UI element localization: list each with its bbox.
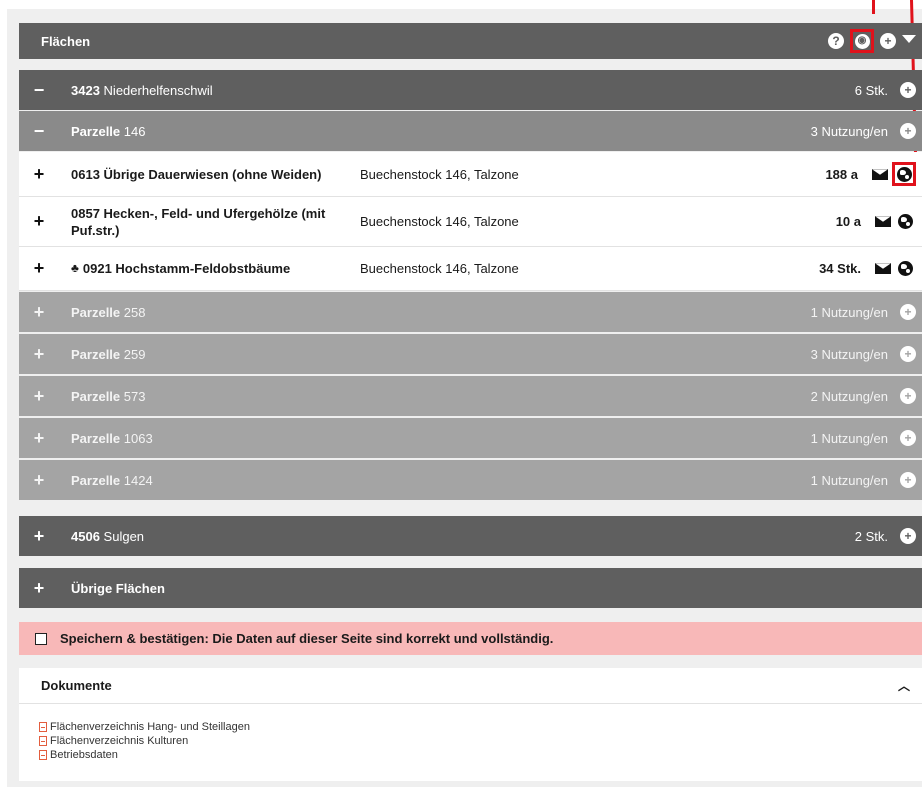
confirm-label[interactable]: Speichern & bestätigen: Die Daten auf di…: [60, 631, 553, 646]
areas-header: Flächen ? ◉ +: [19, 23, 922, 59]
use-row[interactable]: + ♣ 0921 Hochstamm-Feldobstbäume Buechen…: [19, 247, 922, 291]
expand-icon[interactable]: +: [19, 470, 59, 491]
use-location: Buechenstock 146, Talzone: [360, 166, 519, 182]
help-icon[interactable]: ?: [828, 33, 844, 49]
filter-icon[interactable]: [902, 35, 916, 43]
other-areas-label: Übrige Flächen: [71, 580, 165, 596]
chevron-up-icon[interactable]: ︿: [898, 677, 910, 694]
use-amount: 10 a: [835, 214, 861, 229]
documents-list: Flächenverzeichnis Hang- und Steillagen …: [39, 720, 922, 762]
collapse-icon[interactable]: −: [19, 80, 59, 101]
use-name: 0857 Hecken-, Feld- und Ufergehölze (mit…: [71, 205, 326, 238]
globe-icon[interactable]: [898, 261, 913, 276]
collapse-icon[interactable]: −: [19, 121, 59, 142]
confirm-bar: Speichern & bestätigen: Die Daten auf di…: [19, 622, 922, 655]
expand-icon[interactable]: +: [19, 302, 59, 323]
pdf-icon: [39, 722, 47, 732]
group-count: 6 Stk.: [854, 82, 888, 98]
parcel-row-1424[interactable]: + Parzelle 1424 1 Nutzung/en +: [19, 460, 922, 500]
tree-icon: ♣: [71, 261, 79, 275]
expand-icon[interactable]: +: [19, 344, 59, 365]
globe-icon[interactable]: [896, 166, 912, 182]
add-icon[interactable]: +: [880, 33, 896, 49]
group-row-4506[interactable]: + 4506 Sulgen 2 Stk. +: [19, 516, 922, 556]
highlighted-globe-button[interactable]: ◉: [850, 29, 874, 53]
pdf-icon: [39, 736, 47, 746]
documents-panel: Dokumente ︿ Flächenverzeichnis Hang- und…: [19, 668, 922, 781]
confirm-checkbox[interactable]: [35, 632, 47, 645]
expand-icon[interactable]: +: [19, 386, 59, 407]
group-row-3423[interactable]: − 3423 Niederhelfenschwil 6 Stk. +: [19, 70, 922, 110]
add-icon[interactable]: +: [900, 430, 916, 446]
group-label: 3423 Niederhelfenschwil: [71, 82, 213, 98]
documents-header[interactable]: Dokumente ︿: [19, 668, 922, 704]
parcel-label: Parzelle 146: [71, 123, 146, 139]
add-icon[interactable]: +: [900, 388, 916, 404]
expand-icon[interactable]: +: [19, 164, 59, 185]
use-name: 0613 Übrige Dauerwiesen (ohne Weiden): [71, 166, 322, 182]
highlighted-globe-button[interactable]: [892, 162, 916, 186]
parcel-label: Parzelle 1424: [71, 472, 153, 488]
use-location: Buechenstock 146, Talzone: [360, 261, 519, 276]
annotation-arrow-1: [872, 0, 875, 14]
expand-icon[interactable]: +: [19, 211, 59, 232]
use-name: 0921 Hochstamm-Feldobstbäume: [82, 261, 291, 276]
add-icon[interactable]: +: [900, 82, 916, 98]
expand-icon[interactable]: +: [19, 428, 59, 449]
envelope-icon[interactable]: [872, 168, 888, 180]
parcel-row-1063[interactable]: + Parzelle 1063 1 Nutzung/en +: [19, 418, 922, 458]
parcel-row-259[interactable]: + Parzelle 259 3 Nutzung/en +: [19, 334, 922, 374]
envelope-icon[interactable]: [875, 263, 891, 274]
document-link[interactable]: Flächenverzeichnis Kulturen: [39, 734, 922, 748]
parcel-usage-count: 3 Nutzung/en: [810, 346, 888, 362]
parcel-label: Parzelle 259: [71, 346, 146, 362]
use-amount: 188 a: [825, 166, 858, 182]
parcel-label: Parzelle 258: [71, 304, 146, 320]
use-amount: 34 Stk.: [819, 261, 861, 276]
parcel-usage-count: 2 Nutzung/en: [810, 388, 888, 404]
globe-icon[interactable]: ◉: [854, 33, 870, 49]
add-icon[interactable]: +: [900, 346, 916, 362]
header-title: Flächen: [41, 33, 91, 49]
envelope-icon[interactable]: [875, 216, 891, 227]
parcel-row-258[interactable]: + Parzelle 258 1 Nutzung/en +: [19, 292, 922, 332]
expand-icon[interactable]: +: [19, 258, 59, 279]
use-location: Buechenstock 146, Talzone: [360, 214, 519, 229]
documents-title: Dokumente: [41, 678, 112, 693]
expand-icon[interactable]: +: [19, 526, 59, 547]
group-count: 2 Stk.: [854, 528, 888, 544]
add-icon[interactable]: +: [900, 304, 916, 320]
document-link[interactable]: Flächenverzeichnis Hang- und Steillagen: [39, 720, 922, 734]
add-icon[interactable]: +: [900, 123, 916, 139]
parcel-usage-count: 3 Nutzung/en: [810, 123, 888, 139]
use-row[interactable]: + 0857 Hecken-, Feld- und Ufergehölze (m…: [19, 197, 922, 247]
other-areas-row[interactable]: + Übrige Flächen: [19, 568, 922, 608]
add-icon[interactable]: +: [900, 528, 916, 544]
use-name-with-tree: ♣ 0921 Hochstamm-Feldobstbäume: [71, 260, 360, 277]
parcel-usage-count: 1 Nutzung/en: [810, 304, 888, 320]
use-row[interactable]: + 0613 Übrige Dauerwiesen (ohne Weiden) …: [19, 152, 922, 197]
pdf-icon: [39, 750, 47, 760]
parcel-label: Parzelle 1063: [71, 430, 153, 446]
group-label: 4506 Sulgen: [71, 528, 145, 544]
parcel-row-573[interactable]: + Parzelle 573 2 Nutzung/en +: [19, 376, 922, 416]
globe-icon[interactable]: [898, 214, 913, 229]
parcel-row-146[interactable]: − Parzelle 146 3 Nutzung/en +: [19, 111, 922, 151]
parcel-usage-count: 1 Nutzung/en: [810, 472, 888, 488]
document-link[interactable]: Betriebsdaten: [39, 748, 922, 762]
parcel-label: Parzelle 573: [71, 388, 146, 404]
expand-icon[interactable]: +: [19, 578, 59, 599]
parcel-usage-count: 1 Nutzung/en: [810, 430, 888, 446]
add-icon[interactable]: +: [900, 472, 916, 488]
